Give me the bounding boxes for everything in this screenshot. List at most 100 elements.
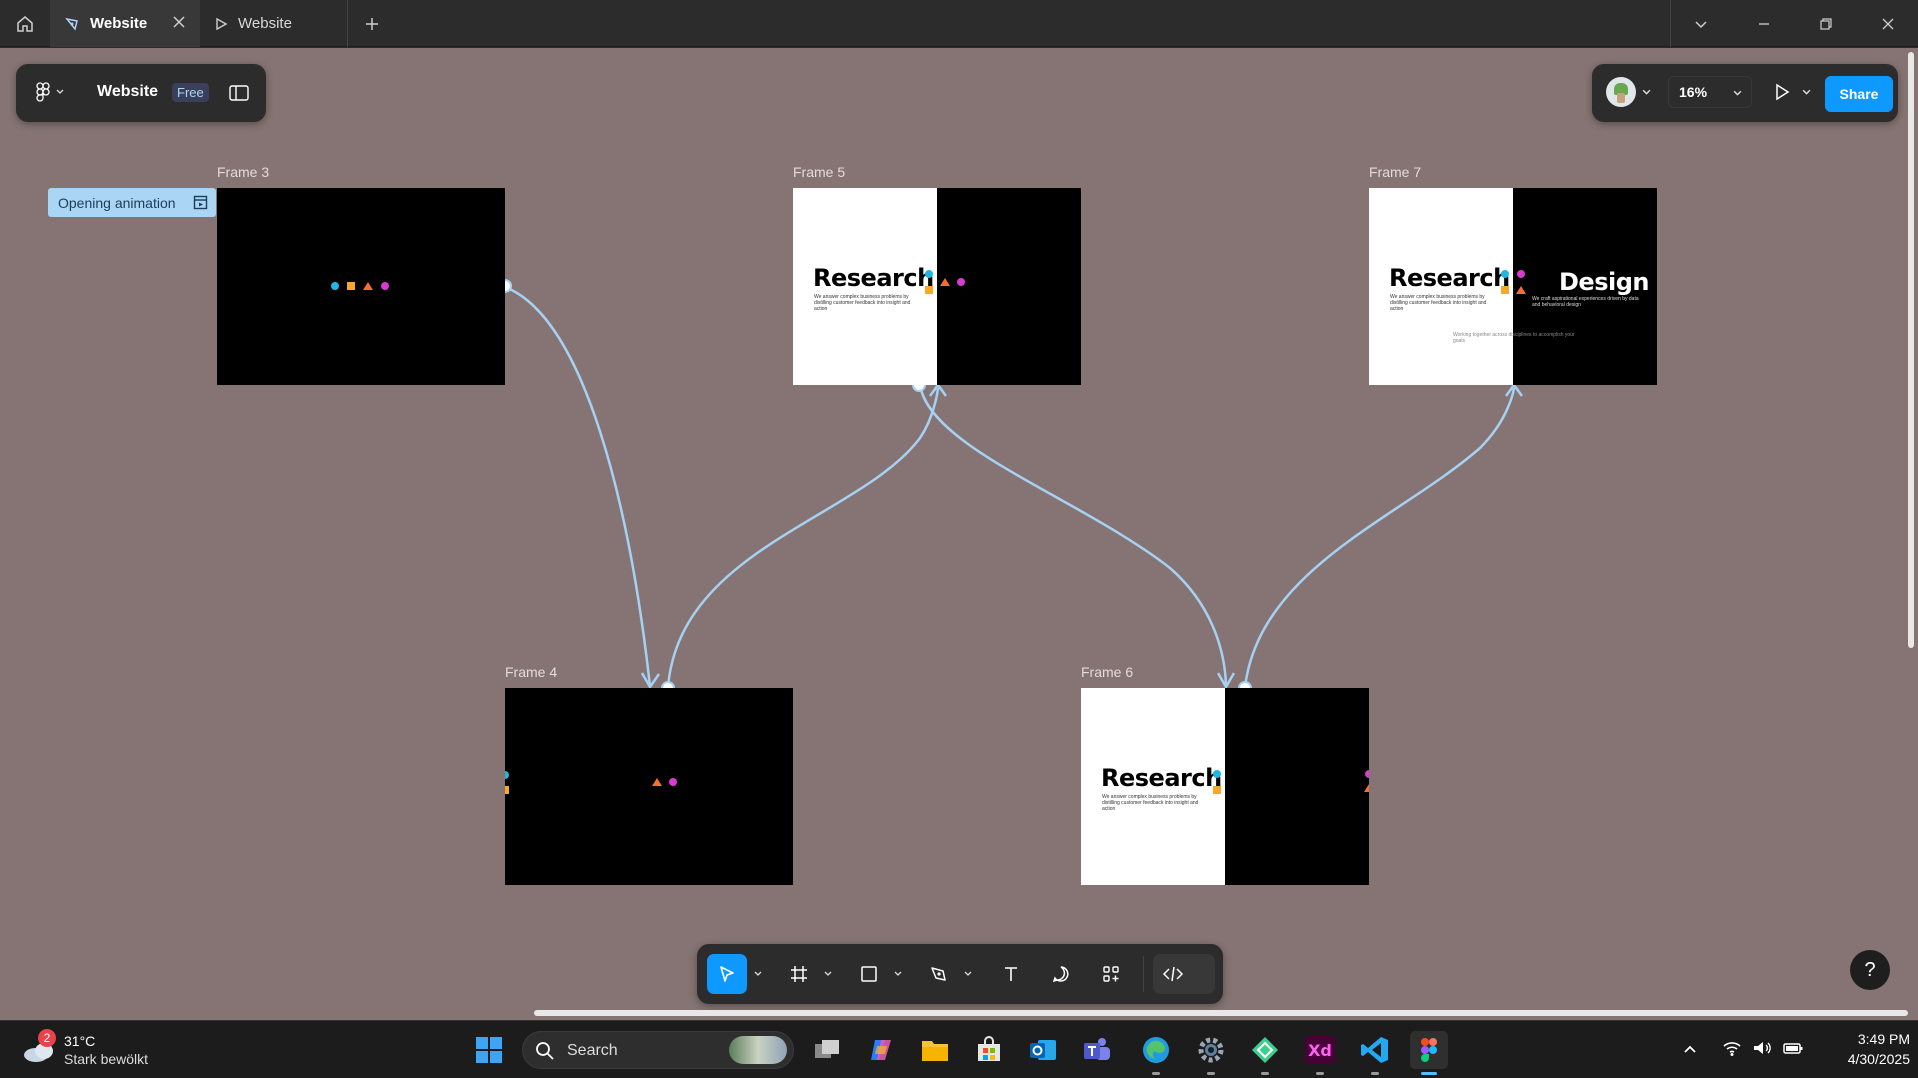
chevron-up-icon xyxy=(1682,1041,1698,1057)
close-icon xyxy=(1881,17,1895,31)
frame-label[interactable]: Frame 6 xyxy=(1081,664,1133,680)
frame-label[interactable]: Frame 3 xyxy=(217,164,269,180)
running-indicator xyxy=(1371,1072,1379,1075)
figma-logo-icon xyxy=(1421,1038,1437,1062)
toggle-sidebar-button[interactable] xyxy=(226,80,252,106)
square-shape xyxy=(1213,786,1221,794)
settings-button[interactable] xyxy=(1192,1031,1230,1075)
file-explorer-button[interactable] xyxy=(916,1031,954,1069)
frame-5[interactable]: Research We answer complex business prob… xyxy=(793,188,1081,385)
frame-4[interactable] xyxy=(505,688,793,885)
task-view-button[interactable] xyxy=(808,1031,846,1069)
research-body: We answer complex business problems by d… xyxy=(1102,794,1199,812)
running-indicator xyxy=(1316,1072,1324,1075)
tab-website-design[interactable]: Website xyxy=(50,0,200,47)
horizontal-scrollbar[interactable] xyxy=(534,1010,1908,1016)
figma-taskbar-button[interactable] xyxy=(1410,1031,1448,1075)
design-canvas[interactable]: Opening animation Frame 3 Frame 5 Resear… xyxy=(0,48,1918,1020)
frame-label[interactable]: Frame 7 xyxy=(1369,164,1421,180)
design-body: We craft aspirational experiences driven… xyxy=(1532,296,1639,308)
close-window-button[interactable] xyxy=(1857,0,1918,47)
frame-6[interactable]: Research We answer complex business prob… xyxy=(1081,688,1369,885)
minimize-icon xyxy=(1757,17,1771,31)
windows-icon xyxy=(475,1036,503,1064)
tools-toolbar xyxy=(697,944,1223,1004)
active-indicator xyxy=(1421,1072,1437,1075)
frame-tool-menu[interactable] xyxy=(817,954,839,994)
move-tool[interactable] xyxy=(707,954,747,994)
minimize-button[interactable] xyxy=(1733,0,1795,47)
tab-label: Website xyxy=(90,15,148,32)
pen-tool[interactable] xyxy=(919,954,959,994)
connector-frame5-frame6[interactable] xyxy=(918,384,1228,687)
frame-tool[interactable] xyxy=(779,954,819,994)
plan-badge[interactable]: Free xyxy=(172,83,209,102)
taskbar-search[interactable]: Search xyxy=(522,1031,794,1069)
teams-button[interactable] xyxy=(1078,1031,1116,1069)
task-view-icon xyxy=(813,1038,841,1062)
windows-taskbar: 2 31°C Stark bewölkt Search Xd 3:49 PM 4… xyxy=(0,1020,1918,1078)
rectangle-tool[interactable] xyxy=(849,954,889,994)
frame-label[interactable]: Frame 5 xyxy=(793,164,845,180)
adobe-xd-button[interactable]: Xd xyxy=(1301,1031,1339,1075)
frame-7[interactable]: Research We answer complex business prob… xyxy=(1369,188,1657,385)
text-tool[interactable] xyxy=(991,954,1031,994)
square-shape xyxy=(1501,286,1509,294)
show-hidden-icons-button[interactable] xyxy=(1682,1041,1698,1057)
connector-frame6-frame7[interactable] xyxy=(1243,387,1516,688)
presentation-icon[interactable] xyxy=(193,195,208,210)
code-icon xyxy=(1162,965,1184,983)
vscode-button[interactable] xyxy=(1356,1031,1394,1075)
components-icon xyxy=(1101,964,1121,984)
move-tool-menu[interactable] xyxy=(747,954,769,994)
running-indicator xyxy=(1152,1072,1160,1075)
actions-tool[interactable] xyxy=(1091,954,1131,994)
clock[interactable]: 3:49 PM 4/30/2025 xyxy=(1810,1031,1910,1067)
help-button[interactable]: ? xyxy=(1850,950,1890,990)
system-tray[interactable] xyxy=(1722,1039,1804,1057)
connector-frame4-frame5[interactable] xyxy=(666,387,940,688)
research-body: We answer complex business problems by d… xyxy=(1390,294,1487,312)
home-button[interactable] xyxy=(0,0,50,47)
restore-button[interactable] xyxy=(1795,0,1857,47)
connector-frame3-frame4[interactable] xyxy=(504,285,652,687)
plus-icon xyxy=(364,16,380,32)
volume-icon xyxy=(1752,1039,1772,1057)
share-button[interactable]: Share xyxy=(1825,76,1893,112)
edge-button[interactable] xyxy=(1137,1031,1175,1075)
present-button[interactable] xyxy=(1764,76,1820,108)
frame-label[interactable]: Frame 4 xyxy=(505,664,557,680)
edge-icon xyxy=(1141,1035,1171,1065)
tab-website-prototype[interactable]: Website xyxy=(200,0,348,47)
dev-mode-toggle[interactable] xyxy=(1153,954,1215,994)
close-tab-icon[interactable] xyxy=(172,15,186,29)
start-button[interactable] xyxy=(470,1031,508,1069)
file-name[interactable]: Website xyxy=(97,83,158,101)
main-menu-button[interactable] xyxy=(36,82,64,102)
shape-tool-menu[interactable] xyxy=(887,954,909,994)
weather-widget[interactable]: 2 31°C Stark bewölkt xyxy=(20,1029,190,1071)
sidebar-icon xyxy=(229,85,249,101)
triangle-shape xyxy=(940,278,950,286)
copilot-button[interactable] xyxy=(862,1031,900,1069)
research-heading: Research xyxy=(813,264,934,292)
git-app-button[interactable] xyxy=(1246,1031,1284,1075)
pen-tool-menu[interactable] xyxy=(957,954,979,994)
comment-tool[interactable] xyxy=(1041,954,1081,994)
new-tab-button[interactable] xyxy=(360,12,384,36)
zoom-dropdown[interactable]: 16% xyxy=(1668,76,1752,108)
circle-shape xyxy=(1501,270,1509,278)
adobe-xd-icon: Xd xyxy=(1305,1036,1335,1064)
account-menu-button[interactable] xyxy=(1606,77,1651,107)
weather-alert-badge: 2 xyxy=(38,1029,56,1047)
frame-3[interactable] xyxy=(217,188,505,385)
chevron-down-icon xyxy=(1642,88,1651,97)
microsoft-store-button[interactable] xyxy=(970,1031,1008,1069)
outlook-button[interactable] xyxy=(1024,1031,1062,1069)
vscode-icon xyxy=(1360,1035,1390,1065)
flow-starting-point-badge[interactable]: Opening animation xyxy=(48,188,216,217)
circle-shape xyxy=(957,278,965,286)
vertical-scrollbar[interactable] xyxy=(1908,52,1914,648)
running-indicator xyxy=(1207,1072,1215,1075)
tab-list-button[interactable] xyxy=(1670,0,1732,47)
